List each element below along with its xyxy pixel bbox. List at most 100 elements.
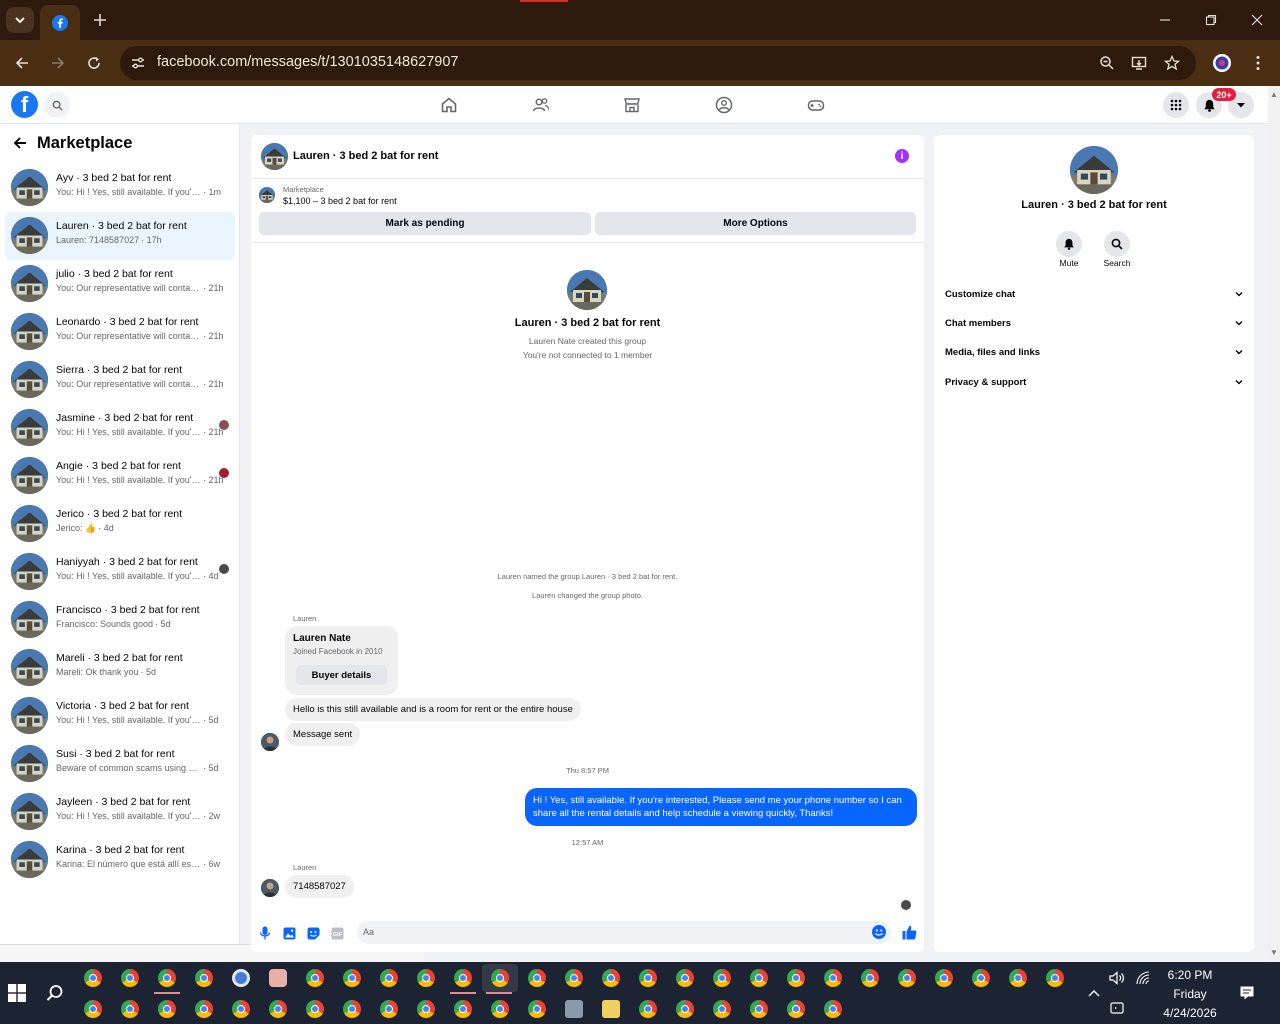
- scroll-up-icon[interactable]: ▲: [1268, 90, 1280, 100]
- chrome-icon[interactable]: [454, 969, 472, 987]
- forward-button[interactable]: [46, 51, 70, 75]
- mute-button[interactable]: [1056, 231, 1082, 257]
- mark-as-pending-button[interactable]: Mark as pending: [259, 212, 591, 235]
- clock-time[interactable]: 6:20 PM: [1150, 968, 1230, 982]
- clock-day[interactable]: Friday: [1150, 987, 1230, 1001]
- conversation-item[interactable]: Karina · 3 bed 2 bat for rent Karina: El …: [5, 836, 235, 884]
- chrome-icon[interactable]: [306, 1000, 324, 1018]
- conversation-item[interactable]: Haniyyah · 3 bed 2 bat for rent You: Hi !…: [5, 548, 235, 596]
- chrome-icon[interactable]: [343, 1000, 361, 1018]
- new-tab-button[interactable]: [88, 8, 112, 32]
- chrome-icon[interactable]: [898, 969, 916, 987]
- like-thumb-icon[interactable]: [901, 924, 917, 940]
- clock-date[interactable]: 4/24/2026: [1150, 1006, 1230, 1020]
- chrome-icon[interactable]: [195, 1000, 213, 1018]
- restore-button[interactable]: [1199, 8, 1223, 32]
- chrome-icon[interactable]: [121, 969, 139, 987]
- back-arrow-icon[interactable]: [12, 135, 28, 151]
- chrome-icon[interactable]: [713, 1000, 731, 1018]
- chat-title[interactable]: Lauren · 3 bed 2 bat for rent: [293, 150, 438, 162]
- chrome-icon[interactable]: [972, 969, 990, 987]
- more-options-button[interactable]: More Options: [595, 212, 916, 235]
- nav-home[interactable]: [438, 94, 460, 116]
- conversation-item[interactable]: Sierra · 3 bed 2 bat for rent You: Our re…: [5, 356, 235, 404]
- conversation-item[interactable]: Francisco · 3 bed 2 bat for rent Francisc…: [5, 596, 235, 644]
- nav-gaming[interactable]: [805, 94, 827, 116]
- chrome-icon[interactable]: [824, 1000, 842, 1018]
- chrome-icon[interactable]: [528, 969, 546, 987]
- conversation-item[interactable]: Jerico · 3 bed 2 bat for rent Jerico: 👍 · …: [5, 500, 235, 548]
- menu-button[interactable]: [1163, 92, 1189, 118]
- chat-info-section-row[interactable]: Chat members: [945, 316, 1243, 334]
- notepad-icon[interactable]: [602, 1000, 620, 1018]
- listing-thumbnail[interactable]: [259, 187, 275, 203]
- chrome-icon[interactable]: [158, 969, 176, 987]
- photo-icon[interactable]: [282, 926, 296, 940]
- chrome-icon[interactable]: [491, 969, 509, 987]
- listing-price-title[interactable]: $1,100 – 3 bed 2 bat for rent: [283, 196, 397, 206]
- chrome-icon[interactable]: [84, 1000, 102, 1018]
- scroll-down-icon[interactable]: ▼: [1268, 948, 1280, 958]
- taskbar-app-icon[interactable]: [269, 969, 287, 987]
- search-in-chat-button[interactable]: [1104, 231, 1130, 257]
- chrome-icon[interactable]: [713, 969, 731, 987]
- tray-chevron-up-icon[interactable]: [1085, 984, 1103, 1002]
- sender-avatar[interactable]: [261, 879, 279, 897]
- chrome-icon[interactable]: [528, 1000, 546, 1018]
- incoming-message[interactable]: Hello is this still available and is a r…: [285, 698, 581, 721]
- conversation-item[interactable]: Victoria · 3 bed 2 bat for rent You: Hi !…: [5, 692, 235, 740]
- conversation-item[interactable]: julio · 3 bed 2 bat for rent You: Our rep…: [5, 260, 235, 308]
- chrome-icon[interactable]: [454, 1000, 472, 1018]
- page-scrollbar[interactable]: [1268, 86, 1280, 962]
- emoji-icon[interactable]: [872, 925, 886, 939]
- chrome-icon[interactable]: [676, 969, 694, 987]
- tab-search-dropdown-button[interactable]: [6, 7, 34, 33]
- chrome-icon[interactable]: [306, 969, 324, 987]
- nav-groups[interactable]: [713, 94, 735, 116]
- install-app-icon[interactable]: [1129, 53, 1149, 73]
- group-avatar[interactable]: [567, 270, 607, 310]
- chrome-icon[interactable]: [84, 969, 102, 987]
- volume-icon[interactable]: [1108, 969, 1126, 987]
- reload-button[interactable]: [82, 51, 106, 75]
- chrome-icon[interactable]: [639, 1000, 657, 1018]
- gif-icon[interactable]: GIF: [330, 926, 344, 940]
- chat-info-section-row[interactable]: Media, files and links: [945, 345, 1243, 363]
- outgoing-message[interactable]: Hi ! Yes, still available. If you're int…: [525, 788, 917, 826]
- chrome-icon[interactable]: [491, 1000, 509, 1018]
- conversation-item[interactable]: Leonardo · 3 bed 2 bat for rent You: Our …: [5, 308, 235, 356]
- omnibox[interactable]: facebook.com/messages/t/1301035148627907: [120, 46, 1196, 80]
- chrome-icon[interactable]: [417, 969, 435, 987]
- chrome-icon[interactable]: [195, 969, 213, 987]
- bookmark-star-icon[interactable]: [1162, 53, 1182, 73]
- conversation-item[interactable]: Jayleen · 3 bed 2 bat for rent You: Hi ! …: [5, 788, 235, 836]
- conversation-item[interactable]: Jasmine · 3 bed 2 bat for rent You: Hi ! …: [5, 404, 235, 452]
- active-tab[interactable]: [40, 5, 80, 40]
- conversation-item[interactable]: Susi · 3 bed 2 bat for rent Beware of com…: [5, 740, 235, 788]
- profile-button[interactable]: [1210, 51, 1234, 75]
- chat-info-avatar[interactable]: [1070, 146, 1118, 194]
- chrome-icon[interactable]: [787, 969, 805, 987]
- chrome-icon[interactable]: [750, 969, 768, 987]
- close-window-button[interactable]: [1245, 8, 1269, 32]
- taskbar-app-icon[interactable]: [232, 969, 250, 987]
- chrome-icon[interactable]: [380, 969, 398, 987]
- back-button[interactable]: [10, 51, 34, 75]
- info-icon[interactable]: i: [895, 149, 909, 163]
- start-button[interactable]: [8, 984, 26, 1002]
- chrome-icon[interactable]: [380, 1000, 398, 1018]
- chrome-icon[interactable]: [1009, 969, 1027, 987]
- chrome-icon[interactable]: [232, 1000, 250, 1018]
- zoom-icon[interactable]: [1097, 53, 1117, 73]
- nav-marketplace[interactable]: [621, 94, 643, 116]
- minimize-button[interactable]: [1153, 8, 1177, 32]
- incoming-message[interactable]: Message sent: [285, 723, 361, 746]
- chrome-icon[interactable]: [676, 1000, 694, 1018]
- url-text[interactable]: facebook.com/messages/t/1301035148627907: [157, 54, 459, 70]
- chrome-icon[interactable]: [639, 969, 657, 987]
- conversation-item[interactable]: Angie · 3 bed 2 bat for rent You: Hi ! Ye…: [5, 452, 235, 500]
- chrome-icon[interactable]: [602, 969, 620, 987]
- conversation-item[interactable]: Mareli · 3 bed 2 bat for rent Mareli: Ok …: [5, 644, 235, 692]
- chrome-icon[interactable]: [565, 969, 583, 987]
- sticker-icon[interactable]: [306, 926, 320, 940]
